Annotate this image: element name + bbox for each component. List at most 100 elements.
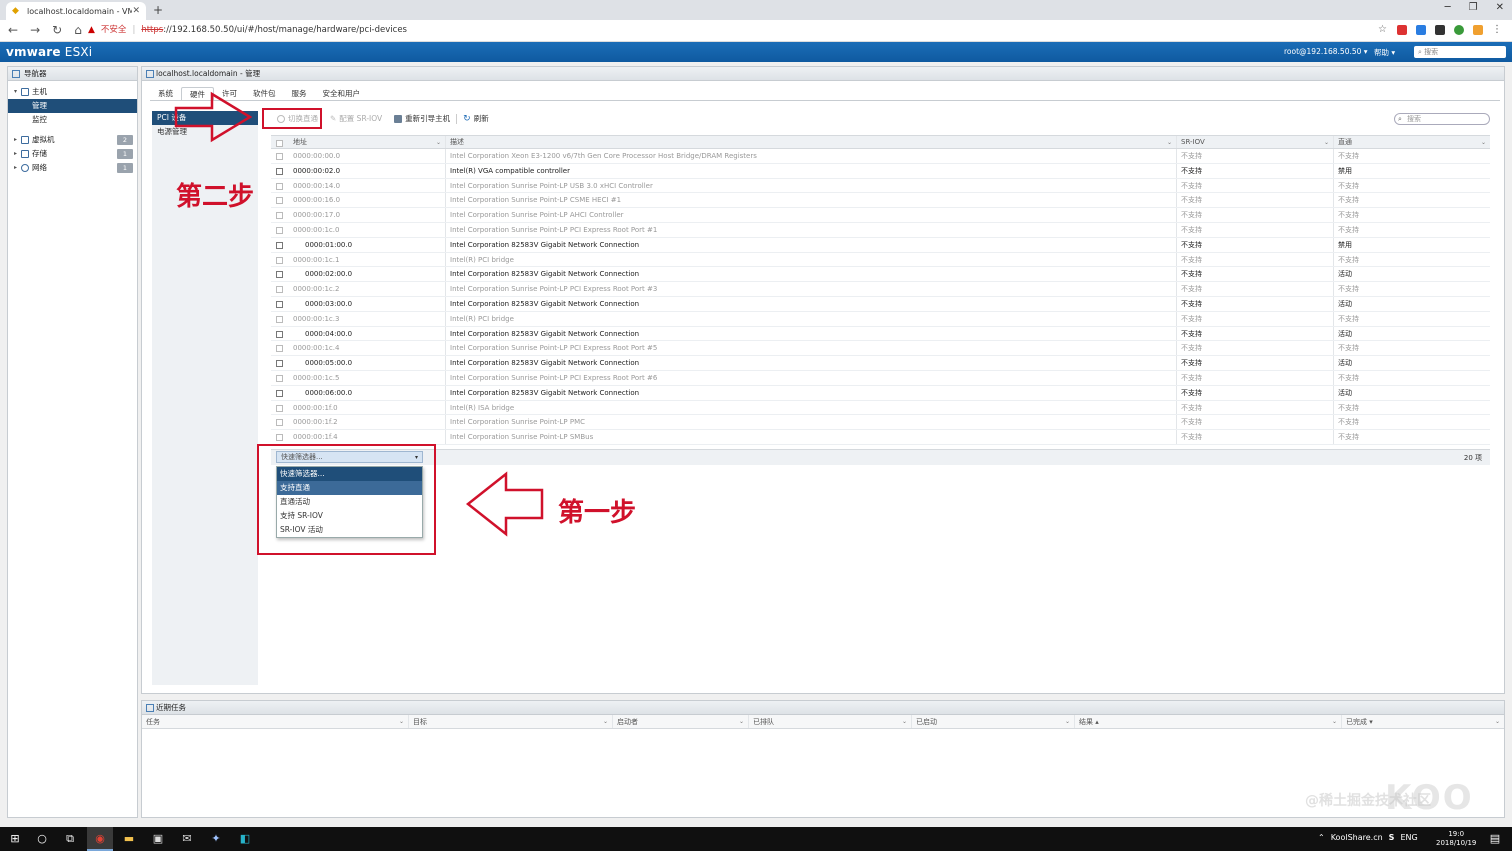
row-checkbox[interactable] xyxy=(276,330,283,338)
column-initiator[interactable]: 启动者 ⌄ xyxy=(613,715,749,728)
column-completed[interactable]: 已完成 ▾ ⌄ xyxy=(1342,715,1504,728)
table-row[interactable]: 0000:03:00.0 Intel Corporation 82583V Gig… xyxy=(271,296,1490,312)
table-row[interactable]: 0000:00:16.0 Intel Corporation Sunrise Po… xyxy=(271,193,1490,209)
nav-item-host[interactable]: ▾ 主机 xyxy=(8,85,137,99)
table-row[interactable]: 0000:00:17.0 Intel Corporation Sunrise Po… xyxy=(271,208,1490,223)
taskbar-clock[interactable]: 19:0 2018/10/19 xyxy=(1436,830,1476,848)
ime-indicator[interactable]: S xyxy=(1389,833,1395,842)
table-row[interactable]: 0000:00:1c.0 Intel Corporation Sunrise Po… xyxy=(271,222,1490,238)
app-icon[interactable]: ✦ xyxy=(209,832,223,846)
browser-tab[interactable]: ◆ localhost.localdomain - VMware ✕ xyxy=(6,2,146,20)
configure-sriov-button[interactable]: ✎ 配置 SR-IOV xyxy=(324,111,388,127)
restore-icon[interactable]: ❐ xyxy=(1469,2,1478,13)
table-row[interactable]: 0000:00:1c.4 Intel Corporation Sunrise Po… xyxy=(271,341,1490,357)
app-icon[interactable]: ◧ xyxy=(238,832,252,846)
pci-search-input[interactable]: ⌕ 搜索 xyxy=(1394,113,1490,125)
table-row[interactable]: 0000:00:1c.3 Intel(R) PCI bridge 不支持 不支持 xyxy=(271,311,1490,327)
row-checkbox[interactable] xyxy=(276,212,283,220)
table-row[interactable]: 0000:00:1f.0 Intel(R) ISA bridge 不支持 不支持 xyxy=(271,400,1490,416)
extension-icon[interactable] xyxy=(1397,25,1407,35)
select-all-checkbox[interactable] xyxy=(276,140,283,147)
column-started[interactable]: 已启动 ⌄ xyxy=(912,715,1075,728)
profile-icon[interactable] xyxy=(1473,25,1483,35)
language-indicator[interactable]: ENG xyxy=(1400,833,1417,842)
forward-icon[interactable]: → xyxy=(30,23,40,37)
table-row[interactable]: 0000:00:1f.2 Intel Corporation Sunrise Po… xyxy=(271,415,1490,431)
reboot-host-button[interactable]: 重新引导主机 xyxy=(388,111,456,127)
row-checkbox[interactable] xyxy=(276,241,283,249)
help-menu[interactable]: 帮助 ▾ xyxy=(1374,47,1395,58)
table-row[interactable]: 0000:00:14.0 Intel Corporation Sunrise Po… xyxy=(271,178,1490,194)
table-row[interactable]: 0000:00:1c.5 Intel Corporation Sunrise Po… xyxy=(271,370,1490,386)
row-checkbox[interactable] xyxy=(276,404,283,412)
nav-item-monitor[interactable]: 监控 xyxy=(8,113,137,127)
row-checkbox[interactable] xyxy=(276,419,283,427)
table-row[interactable]: 0000:00:1f.4 Intel Corporation Sunrise Po… xyxy=(271,430,1490,445)
close-tab-icon[interactable]: ✕ xyxy=(132,6,140,16)
file-explorer-icon[interactable]: ▬ xyxy=(122,832,136,846)
table-row[interactable]: 0000:00:1c.1 Intel(R) PCI bridge 不支持 不支持 xyxy=(271,252,1490,268)
expand-icon[interactable]: ▸ xyxy=(14,133,17,147)
chevron-down-icon[interactable]: ⌄ xyxy=(1065,715,1070,729)
row-checkbox[interactable] xyxy=(276,271,283,279)
row-checkbox[interactable] xyxy=(276,345,283,353)
column-result[interactable]: 结果 ▴ ⌄ xyxy=(1075,715,1342,728)
notification-icon[interactable]: ▤ xyxy=(1488,832,1502,846)
tab-security-users[interactable]: 安全和用户 xyxy=(315,87,369,101)
column-target[interactable]: 目标 ⌄ xyxy=(409,715,613,728)
collapse-icon[interactable]: ▾ xyxy=(14,85,17,99)
expand-icon[interactable]: ▸ xyxy=(14,161,17,175)
extension-icon[interactable] xyxy=(1435,25,1445,35)
tab-licensing[interactable]: 许可 xyxy=(214,87,245,101)
row-checkbox[interactable] xyxy=(276,389,283,397)
row-checkbox[interactable] xyxy=(276,315,283,323)
extension-icon[interactable] xyxy=(1454,25,1464,35)
home-icon[interactable]: ⌂ xyxy=(74,23,82,37)
windows-start-icon[interactable]: ⊞ xyxy=(8,832,22,846)
row-checkbox[interactable] xyxy=(276,167,283,175)
chevron-down-icon[interactable]: ⌄ xyxy=(1167,136,1172,149)
nav-item-vms[interactable]: ▸ 虚拟机 2 xyxy=(8,133,137,147)
column-queued[interactable]: 已排队 ⌄ xyxy=(749,715,912,728)
table-row[interactable]: 0000:00:02.0 Intel(R) VGA compatible cont… xyxy=(271,163,1490,179)
tab-packages[interactable]: 软件包 xyxy=(245,87,284,101)
search-icon[interactable]: ○ xyxy=(35,832,49,846)
chevron-down-icon[interactable]: ⌄ xyxy=(1481,136,1486,149)
chevron-down-icon[interactable]: ⌄ xyxy=(1332,715,1337,729)
row-checkbox[interactable] xyxy=(276,360,283,368)
close-window-icon[interactable]: ✕ xyxy=(1496,2,1504,13)
table-row[interactable]: 0000:00:00.0 Intel Corporation Xeon E3-12… xyxy=(271,149,1490,164)
mail-icon[interactable]: ✉ xyxy=(180,832,194,846)
nav-item-network[interactable]: ▸ 网络 1 xyxy=(8,161,137,175)
tab-hardware[interactable]: 硬件 xyxy=(181,87,214,101)
column-passthrough[interactable]: 直通 ⌄ xyxy=(1334,136,1490,148)
chevron-down-icon[interactable]: ⌄ xyxy=(1495,715,1500,729)
store-icon[interactable]: ▣ xyxy=(151,832,165,846)
column-task[interactable]: 任务 ⌄ xyxy=(142,715,409,728)
chevron-down-icon[interactable]: ⌄ xyxy=(902,715,907,729)
row-checkbox[interactable] xyxy=(276,300,283,308)
subnav-pci-devices[interactable]: PCI 设备 xyxy=(152,111,258,125)
nav-item-manage[interactable]: 管理 xyxy=(8,99,137,113)
row-checkbox[interactable] xyxy=(276,182,283,190)
table-row[interactable]: 0000:04:00.0 Intel Corporation 82583V Gig… xyxy=(271,326,1490,342)
column-description[interactable]: 描述 ⌄ xyxy=(446,136,1177,148)
header-search-input[interactable]: ⌕ 搜索 xyxy=(1414,46,1506,58)
table-row[interactable]: 0000:06:00.0 Intel Corporation 82583V Gig… xyxy=(271,385,1490,401)
table-row[interactable]: 0000:02:00.0 Intel Corporation 82583V Gig… xyxy=(271,267,1490,283)
table-row[interactable]: 0000:00:1c.2 Intel Corporation Sunrise Po… xyxy=(271,282,1490,297)
tab-system[interactable]: 系统 xyxy=(150,87,181,101)
tab-services[interactable]: 服务 xyxy=(284,87,315,101)
column-sriov[interactable]: SR-IOV ⌄ xyxy=(1177,136,1334,148)
nav-item-storage[interactable]: ▸ 存储 1 xyxy=(8,147,137,161)
refresh-button[interactable]: ↻ 刷新 xyxy=(457,111,495,127)
row-checkbox[interactable] xyxy=(276,153,283,160)
reload-icon[interactable]: ↻ xyxy=(52,23,62,37)
menu-icon[interactable]: ⋮ xyxy=(1492,25,1502,35)
table-row[interactable]: 0000:01:00.0 Intel Corporation 82583V Gig… xyxy=(271,237,1490,253)
row-checkbox[interactable] xyxy=(276,197,283,205)
row-checkbox[interactable] xyxy=(276,226,283,234)
chrome-icon[interactable]: ◉ xyxy=(93,832,107,846)
row-checkbox[interactable] xyxy=(276,374,283,382)
chevron-down-icon[interactable]: ⌄ xyxy=(436,136,441,149)
